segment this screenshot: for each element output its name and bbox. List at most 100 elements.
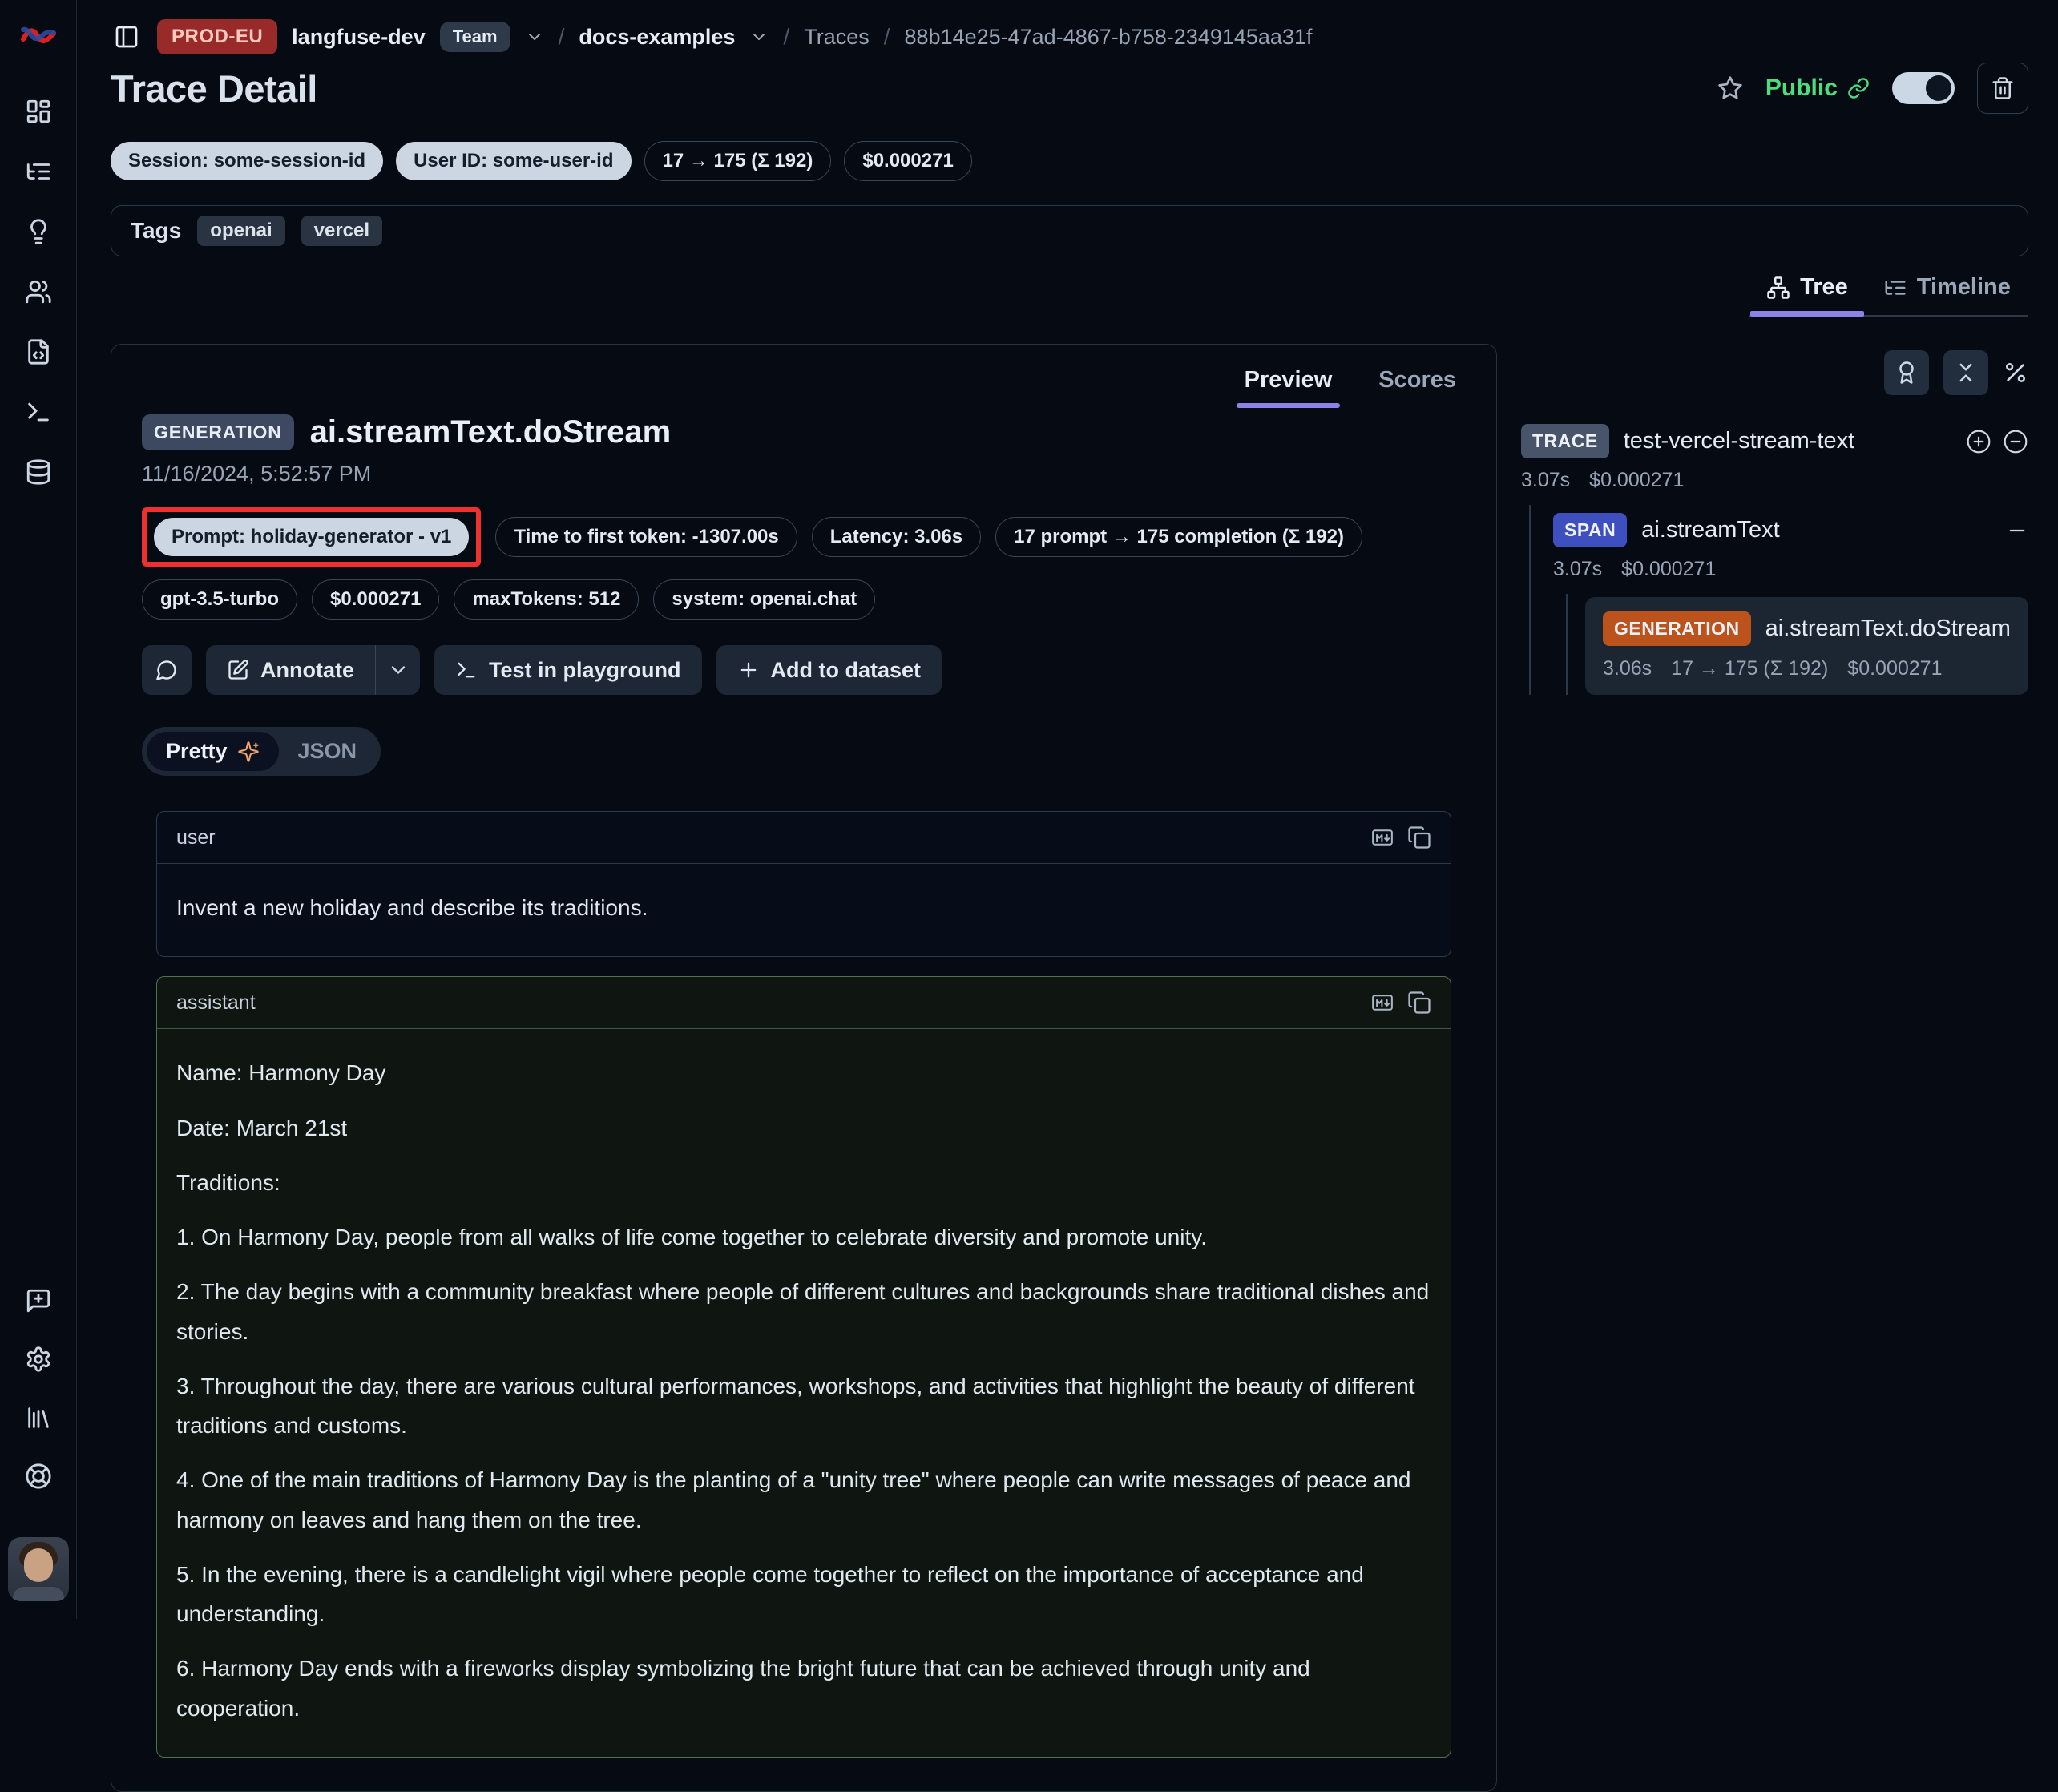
sidebar-item-feedback[interactable] — [20, 1282, 57, 1319]
user-id-badge[interactable]: User ID: some-user-id — [396, 142, 631, 180]
file-code-icon — [25, 338, 52, 365]
view-tabs: Tree Timeline — [1749, 266, 2028, 317]
tag-chip[interactable]: vercel — [301, 216, 382, 246]
markdown-toggle-icon[interactable] — [1370, 825, 1394, 850]
copy-icon[interactable] — [1407, 991, 1431, 1015]
bookmark-star-button[interactable] — [1717, 75, 1743, 101]
sidebar-nav-bottom — [8, 1282, 69, 1601]
generation-cost: $0.000271 — [1847, 657, 1942, 680]
library-icon — [25, 1404, 52, 1431]
content-split: Preview Scores GENERATION ai.streamText.… — [111, 344, 2028, 1792]
generation-node-row-selected[interactable]: GENERATION ai.streamText.doStream 3.06s … — [1585, 597, 2028, 695]
observation-badges-row-2: gpt-3.5-turbo $0.000271 maxTokens: 512 s… — [142, 579, 1466, 620]
tab-tree[interactable]: Tree — [1749, 266, 1866, 315]
time-to-first-token-badge: Time to first token: -1307.00s — [495, 517, 797, 557]
sidebar-item-settings[interactable] — [20, 1341, 57, 1378]
copy-icon[interactable] — [1407, 825, 1431, 850]
sidebar-item-datasets[interactable] — [20, 333, 57, 370]
breadcrumb-org[interactable]: langfuse-dev — [292, 25, 426, 50]
tags-label: Tags — [131, 218, 181, 244]
user-avatar[interactable] — [8, 1537, 69, 1601]
model-badge[interactable]: gpt-3.5-turbo — [142, 579, 297, 620]
percent-icon — [2003, 360, 2028, 385]
trace-tree-icon — [25, 158, 52, 185]
link-icon — [1847, 77, 1870, 99]
trace-node-row[interactable]: TRACE test-vercel-stream-text — [1521, 424, 2028, 458]
minus-icon — [2006, 519, 2028, 542]
collapse-all-icon[interactable] — [2003, 429, 2028, 454]
playground-label: Test in playground — [489, 658, 681, 683]
expand-all-icon[interactable] — [1966, 429, 1991, 454]
sidebar-toggle-button[interactable] — [111, 21, 143, 53]
life-buoy-icon — [25, 1463, 52, 1490]
terminal-icon — [25, 398, 52, 426]
view-tabs-row: Tree Timeline — [111, 266, 2028, 317]
page-title: Trace Detail — [111, 67, 317, 111]
breadcrumb: PROD-EU langfuse-dev Team / docs-example… — [111, 19, 2028, 54]
comment-bubble-icon — [155, 659, 178, 681]
sidebar-item-prompts[interactable] — [20, 213, 57, 250]
tab-preview[interactable]: Preview — [1225, 357, 1352, 408]
tab-timeline[interactable]: Timeline — [1866, 266, 2028, 315]
system-badge: system: openai.chat — [653, 579, 875, 620]
database-icon — [25, 458, 52, 486]
sidebar-item-users[interactable] — [20, 273, 57, 310]
annotate-dropdown-button[interactable] — [375, 645, 420, 695]
trash-icon — [1991, 76, 2015, 100]
user-message-card: user Invent a new holiday and describe i… — [156, 811, 1451, 957]
message-text: 2. The day begins with a community break… — [176, 1272, 1431, 1351]
panel-left-icon — [114, 24, 139, 50]
message-text: 6. Harmony Day ends with a fireworks dis… — [176, 1649, 1431, 1728]
sidebar-item-docs[interactable] — [20, 1399, 57, 1436]
langfuse-logo[interactable] — [19, 21, 58, 48]
sidebar-item-support[interactable] — [20, 1458, 57, 1495]
breadcrumb-project[interactable]: docs-examples — [579, 25, 735, 50]
toggle-metrics-button[interactable] — [2003, 360, 2028, 385]
collapse-all-button[interactable] — [1943, 350, 1988, 395]
breadcrumb-section[interactable]: Traces — [804, 25, 870, 50]
sidebar-item-playground[interactable] — [20, 394, 57, 430]
chevron-down-icon — [525, 27, 544, 46]
annotate-scores-button[interactable] — [1884, 350, 1929, 395]
collapse-node-button[interactable] — [2006, 519, 2028, 542]
lightbulb-icon — [25, 218, 52, 245]
org-switcher-chevron[interactable] — [525, 27, 544, 46]
format-pretty-button[interactable]: Pretty — [147, 732, 279, 771]
sidebar-item-dashboard[interactable] — [20, 93, 57, 130]
message-text: 1. On Harmony Day, people from all walks… — [176, 1217, 1431, 1257]
add-to-dataset-button[interactable]: Add to dataset — [716, 645, 942, 695]
format-json-button[interactable]: JSON — [279, 732, 377, 771]
message-role: assistant — [176, 991, 256, 1015]
main-content: PROD-EU langfuse-dev Team / docs-example… — [77, 0, 2058, 1619]
annotate-button[interactable]: Annotate — [206, 645, 375, 695]
star-icon — [1717, 75, 1743, 101]
tab-scores[interactable]: Scores — [1359, 357, 1475, 408]
cost-badge: $0.000271 — [844, 141, 971, 181]
breadcrumb-separator: / — [783, 24, 789, 50]
delete-trace-button[interactable] — [1977, 63, 2028, 114]
span-node-row[interactable]: SPAN ai.streamText — [1553, 513, 2028, 547]
message-body: Name: Harmony Day Date: March 21st Tradi… — [157, 1029, 1451, 1757]
award-icon — [1895, 361, 1919, 385]
session-badge[interactable]: Session: some-session-id — [111, 142, 383, 180]
public-link[interactable]: Public — [1765, 75, 1870, 102]
tags-container: Tags openai vercel — [111, 205, 2028, 256]
environment-badge[interactable]: PROD-EU — [157, 19, 277, 54]
test-in-playground-button[interactable]: Test in playground — [434, 645, 702, 695]
public-toggle[interactable] — [1892, 72, 1955, 104]
markdown-toggle-icon[interactable] — [1370, 991, 1394, 1015]
observation-name: ai.streamText.doStream — [310, 414, 672, 450]
project-switcher-chevron[interactable] — [749, 27, 769, 46]
sidebar — [0, 0, 77, 1619]
observation-detail: GENERATION ai.streamText.doStream 11/16/… — [111, 411, 1496, 1758]
prompt-version-badge[interactable]: Prompt: holiday-generator - v1 — [154, 518, 469, 556]
generation-metrics: 3.06s 17 → 175 (Σ 192) $0.000271 — [1603, 657, 2011, 680]
settings-gear-icon — [25, 1346, 52, 1373]
tag-chip[interactable]: openai — [197, 216, 284, 246]
sidebar-item-tracing[interactable] — [20, 153, 57, 190]
generation-name: ai.streamText.doStream — [1765, 615, 2011, 642]
comment-button[interactable] — [142, 645, 192, 695]
sidebar-item-database[interactable] — [20, 454, 57, 490]
chevrons-collapse-icon — [1954, 361, 1978, 385]
prompt-badge-highlight: Prompt: holiday-generator - v1 — [142, 507, 481, 567]
